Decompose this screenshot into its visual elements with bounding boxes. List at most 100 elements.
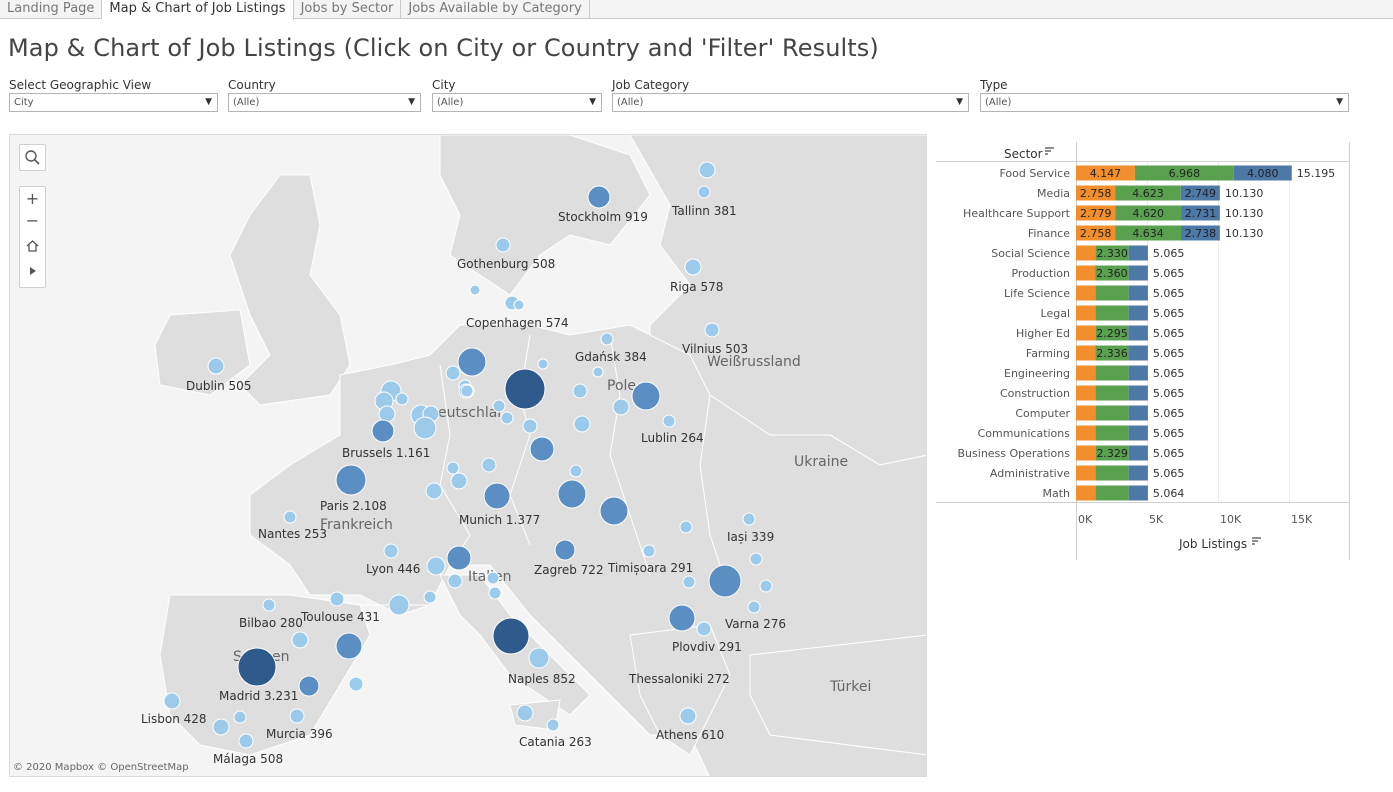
- city-label: Málaga 508: [213, 752, 284, 766]
- sector-label[interactable]: Media: [1037, 187, 1070, 200]
- select-value: City: [14, 97, 34, 108]
- bar-segment[interactable]: [1095, 405, 1129, 421]
- bar-segment-label: 2.330: [1096, 247, 1128, 260]
- bar-segment[interactable]: [1076, 265, 1096, 281]
- bar-segment[interactable]: [1076, 365, 1096, 381]
- tab-jobs-by-sector[interactable]: Jobs by Sector: [294, 0, 402, 19]
- bar-segment[interactable]: [1095, 425, 1129, 441]
- bar-segment[interactable]: [1076, 485, 1096, 501]
- sector-label[interactable]: Communications: [978, 427, 1071, 440]
- sector-label[interactable]: Business Operations: [958, 447, 1071, 460]
- bar-segment[interactable]: [1095, 485, 1129, 501]
- bar-total-label: 5.064: [1153, 487, 1185, 500]
- bar-segment[interactable]: [1128, 405, 1148, 421]
- sector-label[interactable]: Construction: [1000, 387, 1070, 400]
- bar-total-label: 5.065: [1153, 307, 1185, 320]
- bar-segment[interactable]: [1076, 285, 1096, 301]
- city-label: Gdańsk 384: [575, 350, 647, 364]
- sector-label[interactable]: Social Science: [991, 247, 1070, 260]
- bar-segment[interactable]: [1095, 385, 1129, 401]
- country-label: en: [272, 649, 290, 665]
- city-label: Bilbao 280: [239, 616, 303, 630]
- city-label: Lublin 264: [641, 431, 704, 445]
- bar-segment[interactable]: [1095, 365, 1129, 381]
- bar-segment[interactable]: [1128, 465, 1148, 481]
- map-search-button[interactable]: [19, 144, 46, 171]
- sector-label[interactable]: Legal: [1041, 307, 1070, 320]
- bar-chart-svg: Sector Job Listings Food Service 4.147 6.9…: [936, 142, 1350, 560]
- bar-segment[interactable]: [1076, 425, 1096, 441]
- bar-segment-label: 2.738: [1185, 227, 1217, 240]
- sector-label[interactable]: Life Science: [1004, 287, 1070, 300]
- bar-segment[interactable]: [1076, 405, 1096, 421]
- bar-segment[interactable]: [1128, 305, 1148, 321]
- bar-segment[interactable]: [1128, 425, 1148, 441]
- bar-segment[interactable]: [1076, 325, 1096, 341]
- city-label: Tallinn 381: [672, 204, 737, 218]
- bar-segment-label: 6.968: [1169, 167, 1201, 180]
- city-label: Plovdiv 291: [672, 640, 742, 654]
- city-label: Lyon 446: [366, 562, 421, 576]
- bar-total-label: 5.065: [1153, 327, 1185, 340]
- sector-label[interactable]: Healthcare Support: [963, 207, 1071, 220]
- zoom-out-button[interactable]: −: [20, 211, 45, 233]
- bar-segment[interactable]: [1095, 285, 1129, 301]
- bar-segment[interactable]: [1128, 265, 1148, 281]
- sort-icon[interactable]: [1045, 147, 1054, 155]
- bar-segment[interactable]: [1128, 365, 1148, 381]
- country-label: Frankreich: [320, 517, 393, 533]
- type-select[interactable]: (Alle) ▼: [980, 93, 1349, 112]
- home-icon: [26, 240, 39, 252]
- expand-toolbar-button[interactable]: [20, 259, 45, 283]
- bar-segment-label: 2.360: [1096, 267, 1128, 280]
- city-label: Paris 2.108: [320, 499, 387, 513]
- tab-map-chart[interactable]: Map & Chart of Job Listings: [102, 0, 294, 20]
- sort-icon[interactable]: [1252, 537, 1261, 545]
- sector-label[interactable]: Food Service: [999, 167, 1070, 180]
- country-select[interactable]: (Alle) ▼: [228, 93, 421, 112]
- zoom-in-button[interactable]: +: [20, 189, 45, 211]
- sector-label[interactable]: Engineering: [1004, 367, 1070, 380]
- bar-segment[interactable]: [1095, 305, 1129, 321]
- city-select[interactable]: (Alle) ▼: [432, 93, 602, 112]
- bar-segment-label: 4.623: [1132, 187, 1164, 200]
- bar-total-label: 5.065: [1153, 247, 1185, 260]
- page-title: Map & Chart of Job Listings (Click on Ci…: [8, 34, 879, 62]
- bar-segment[interactable]: [1128, 385, 1148, 401]
- sector-label[interactable]: Finance: [1028, 227, 1070, 240]
- map-attribution: © 2020 Mapbox © OpenStreetMap: [13, 762, 189, 773]
- bar-segment[interactable]: [1128, 485, 1148, 501]
- bar-segment[interactable]: [1095, 465, 1129, 481]
- city-label: Madrid 3.231: [219, 689, 299, 703]
- bar-segment[interactable]: [1076, 385, 1096, 401]
- sector-label[interactable]: Farming: [1026, 347, 1070, 360]
- sector-label[interactable]: Computer: [1015, 407, 1070, 420]
- bar-segment[interactable]: [1076, 245, 1096, 261]
- map-basemap: [10, 135, 926, 776]
- job-category-select[interactable]: (Alle) ▼: [612, 93, 969, 112]
- sector-label[interactable]: Production: [1011, 267, 1070, 280]
- sector-label[interactable]: Higher Ed: [1016, 327, 1070, 340]
- country-label: Weißrussland: [707, 354, 801, 370]
- sector-label[interactable]: Administrative: [990, 467, 1070, 480]
- bar-segment[interactable]: [1128, 285, 1148, 301]
- sector-label[interactable]: Math: [1042, 487, 1070, 500]
- bar-segment[interactable]: [1076, 305, 1096, 321]
- bar-total-label: 5.065: [1153, 407, 1185, 420]
- bar-segment[interactable]: [1128, 325, 1148, 341]
- city-label: Naples 852: [508, 672, 576, 686]
- bar-segment[interactable]: [1128, 245, 1148, 261]
- bar-segment-label: 2.731: [1185, 207, 1217, 220]
- bar-segment[interactable]: [1128, 345, 1148, 361]
- geographic-view-select[interactable]: City ▼: [9, 93, 218, 112]
- reset-view-button[interactable]: [20, 234, 45, 256]
- job-listings-map[interactable]: + − Weißrussland Ukraine Türkei Pole eut…: [9, 134, 927, 777]
- bar-segment[interactable]: [1076, 345, 1096, 361]
- bar-segment[interactable]: [1128, 445, 1148, 461]
- bar-segment[interactable]: [1076, 445, 1096, 461]
- bar-segment-label: 2.749: [1185, 187, 1217, 200]
- tab-jobs-by-category[interactable]: Jobs Available by Category: [401, 0, 590, 19]
- bar-segment[interactable]: [1076, 465, 1096, 481]
- bar-segment-label: 2.336: [1096, 347, 1128, 360]
- tab-landing-page[interactable]: Landing Page: [0, 0, 103, 19]
